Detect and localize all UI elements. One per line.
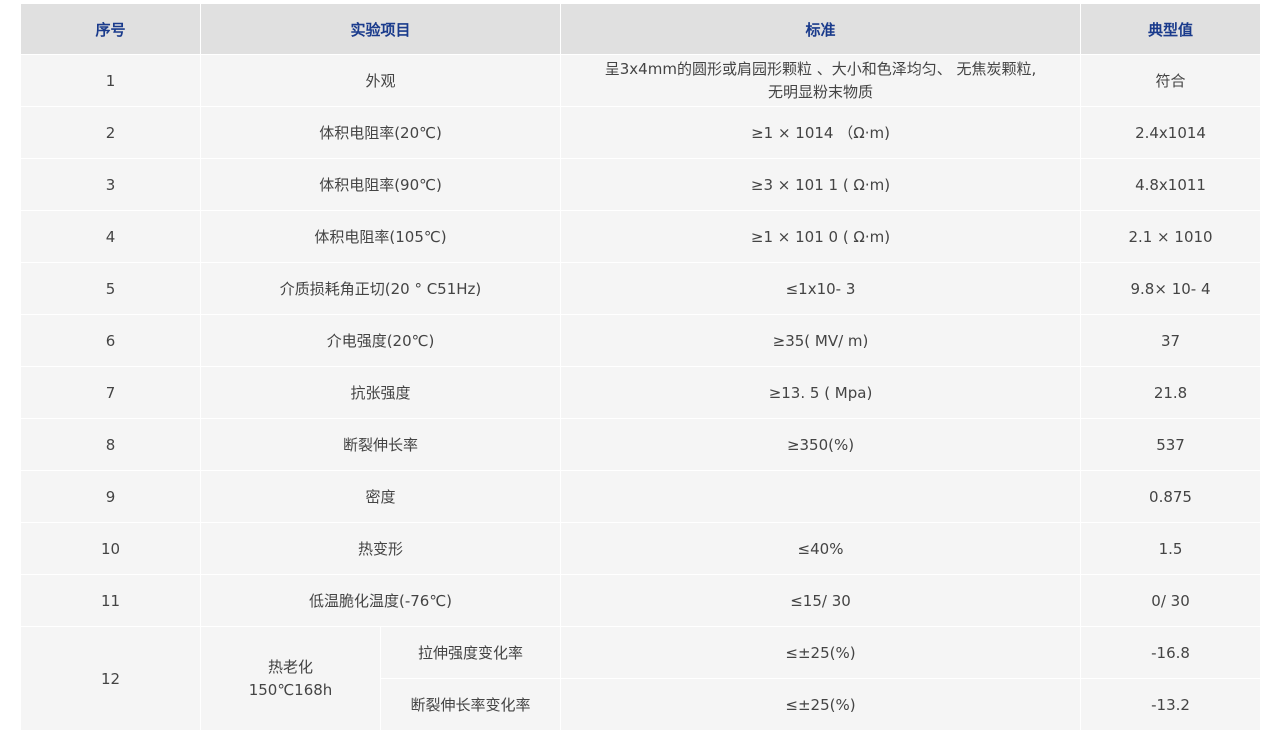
- cell-subitem: 拉伸强度变化率: [379, 626, 562, 679]
- cell-item: 体积电阻率(20℃): [199, 106, 562, 159]
- cell-group-text: 热老化 150℃168h: [248, 657, 333, 699]
- header-standard: 标准: [560, 3, 1082, 55]
- cell-item: 密度: [199, 470, 562, 523]
- cell-item: 介电强度(20℃): [199, 314, 562, 367]
- spec-table: 序号 实验项目 标准 典型值 1 外观 呈3x4mm的圆形或肩园形颗粒 、大小和…: [20, 3, 1262, 731]
- cell-typical: 2.4x1014: [1080, 106, 1262, 159]
- cell-standard: 呈3x4mm的圆形或肩园形颗粒 、大小和色泽均匀、 无焦炭颗粒, 无明显粉末物质: [560, 54, 1082, 107]
- cell-item: 断裂伸长率: [199, 418, 562, 471]
- cell-typical: 0.875: [1080, 470, 1262, 523]
- cell-standard: ≤15/ 30: [560, 574, 1082, 627]
- cell-no: 9: [20, 470, 201, 523]
- cell-standard: ≥13. 5 ( Mpa): [560, 366, 1082, 419]
- cell-typical: 537: [1080, 418, 1262, 471]
- cell-item: 低温脆化温度(-76℃): [199, 574, 562, 627]
- table-row: 12 热老化 150℃168h 拉伸强度变化率 ≤±25(%) -16.8: [20, 626, 1262, 731]
- cell-no: 1: [20, 54, 201, 107]
- cell-no: 7: [20, 366, 201, 419]
- cell-standard: ≤1x10- 3: [560, 262, 1082, 315]
- cell-item: 热变形: [199, 522, 562, 575]
- cell-item: 抗张强度: [199, 366, 562, 419]
- table-row: 4 体积电阻率(105℃) ≥1 × 101 0 ( Ω·m) 2.1 × 10…: [20, 210, 1262, 263]
- header-typical: 典型值: [1080, 3, 1262, 55]
- cell-standard: ≤40%: [560, 522, 1082, 575]
- cell-no: 6: [20, 314, 201, 367]
- cell-typical: -16.8: [1080, 626, 1262, 679]
- cell-item: 体积电阻率(105℃): [199, 210, 562, 263]
- spec-table-container: 序号 实验项目 标准 典型值 1 外观 呈3x4mm的圆形或肩园形颗粒 、大小和…: [20, 3, 1262, 731]
- table-row: 3 体积电阻率(90℃) ≥3 × 101 1 ( Ω·m) 4.8x1011: [20, 158, 1262, 211]
- cell-typical: 0/ 30: [1080, 574, 1262, 627]
- cell-no: 2: [20, 106, 201, 159]
- cell-item: 体积电阻率(90℃): [199, 158, 562, 211]
- cell-standard: ≥35( MV/ m): [560, 314, 1082, 367]
- table-header-row: 序号 实验项目 标准 典型值: [20, 3, 1262, 55]
- cell-typical: 2.1 × 1010: [1080, 210, 1262, 263]
- cell-no: 3: [20, 158, 201, 211]
- cell-standard: ≥1 × 1014 （Ω·m): [560, 106, 1082, 159]
- header-no: 序号: [20, 3, 201, 55]
- cell-no: 5: [20, 262, 201, 315]
- cell-no: 8: [20, 418, 201, 471]
- cell-standard-text: 呈3x4mm的圆形或肩园形颗粒 、大小和色泽均匀、 无焦炭颗粒, 无明显粉末物质: [604, 59, 1037, 101]
- table-row: 6 介电强度(20℃) ≥35( MV/ m) 37: [20, 314, 1262, 367]
- cell-standard: ≥1 × 101 0 ( Ω·m): [560, 210, 1082, 263]
- cell-item: 外观: [199, 54, 562, 107]
- cell-no: 10: [20, 522, 201, 575]
- cell-standard: [560, 470, 1082, 523]
- cell-standard: ≥3 × 101 1 ( Ω·m): [560, 158, 1082, 211]
- table-row: 9 密度 0.875: [20, 470, 1262, 523]
- cell-standard: ≤±25(%): [560, 678, 1082, 731]
- table-row: 8 断裂伸长率 ≥350(%) 537: [20, 418, 1262, 471]
- cell-no: 12: [20, 626, 201, 731]
- cell-no: 4: [20, 210, 201, 263]
- cell-typical: 21.8: [1080, 366, 1262, 419]
- cell-typical: 符合: [1080, 54, 1262, 107]
- cell-typical: 1.5: [1080, 522, 1262, 575]
- cell-no: 11: [20, 574, 201, 627]
- cell-group-heat-aging: 热老化 150℃168h: [200, 626, 381, 731]
- header-item: 实验项目: [199, 3, 562, 55]
- table-row: 7 抗张强度 ≥13. 5 ( Mpa) 21.8: [20, 366, 1262, 419]
- cell-subitem: 断裂伸长率变化率: [379, 678, 562, 731]
- cell-typical: 4.8x1011: [1080, 158, 1262, 211]
- cell-standard: ≥350(%): [560, 418, 1082, 471]
- table-row: 11 低温脆化温度(-76℃) ≤15/ 30 0/ 30: [20, 574, 1262, 627]
- cell-typical: 37: [1080, 314, 1262, 367]
- table-row: 1 外观 呈3x4mm的圆形或肩园形颗粒 、大小和色泽均匀、 无焦炭颗粒, 无明…: [20, 54, 1262, 107]
- cell-typical: 9.8× 10- 4: [1080, 262, 1262, 315]
- table-row: 5 介质损耗角正切(20 ° C51Hz) ≤1x10- 3 9.8× 10- …: [20, 262, 1262, 315]
- cell-item: 介质损耗角正切(20 ° C51Hz): [199, 262, 562, 315]
- cell-standard: ≤±25(%): [560, 626, 1082, 679]
- table-row: 2 体积电阻率(20℃) ≥1 × 1014 （Ω·m) 2.4x1014: [20, 106, 1262, 159]
- cell-typical: -13.2: [1080, 678, 1262, 731]
- table-row: 10 热变形 ≤40% 1.5: [20, 522, 1262, 575]
